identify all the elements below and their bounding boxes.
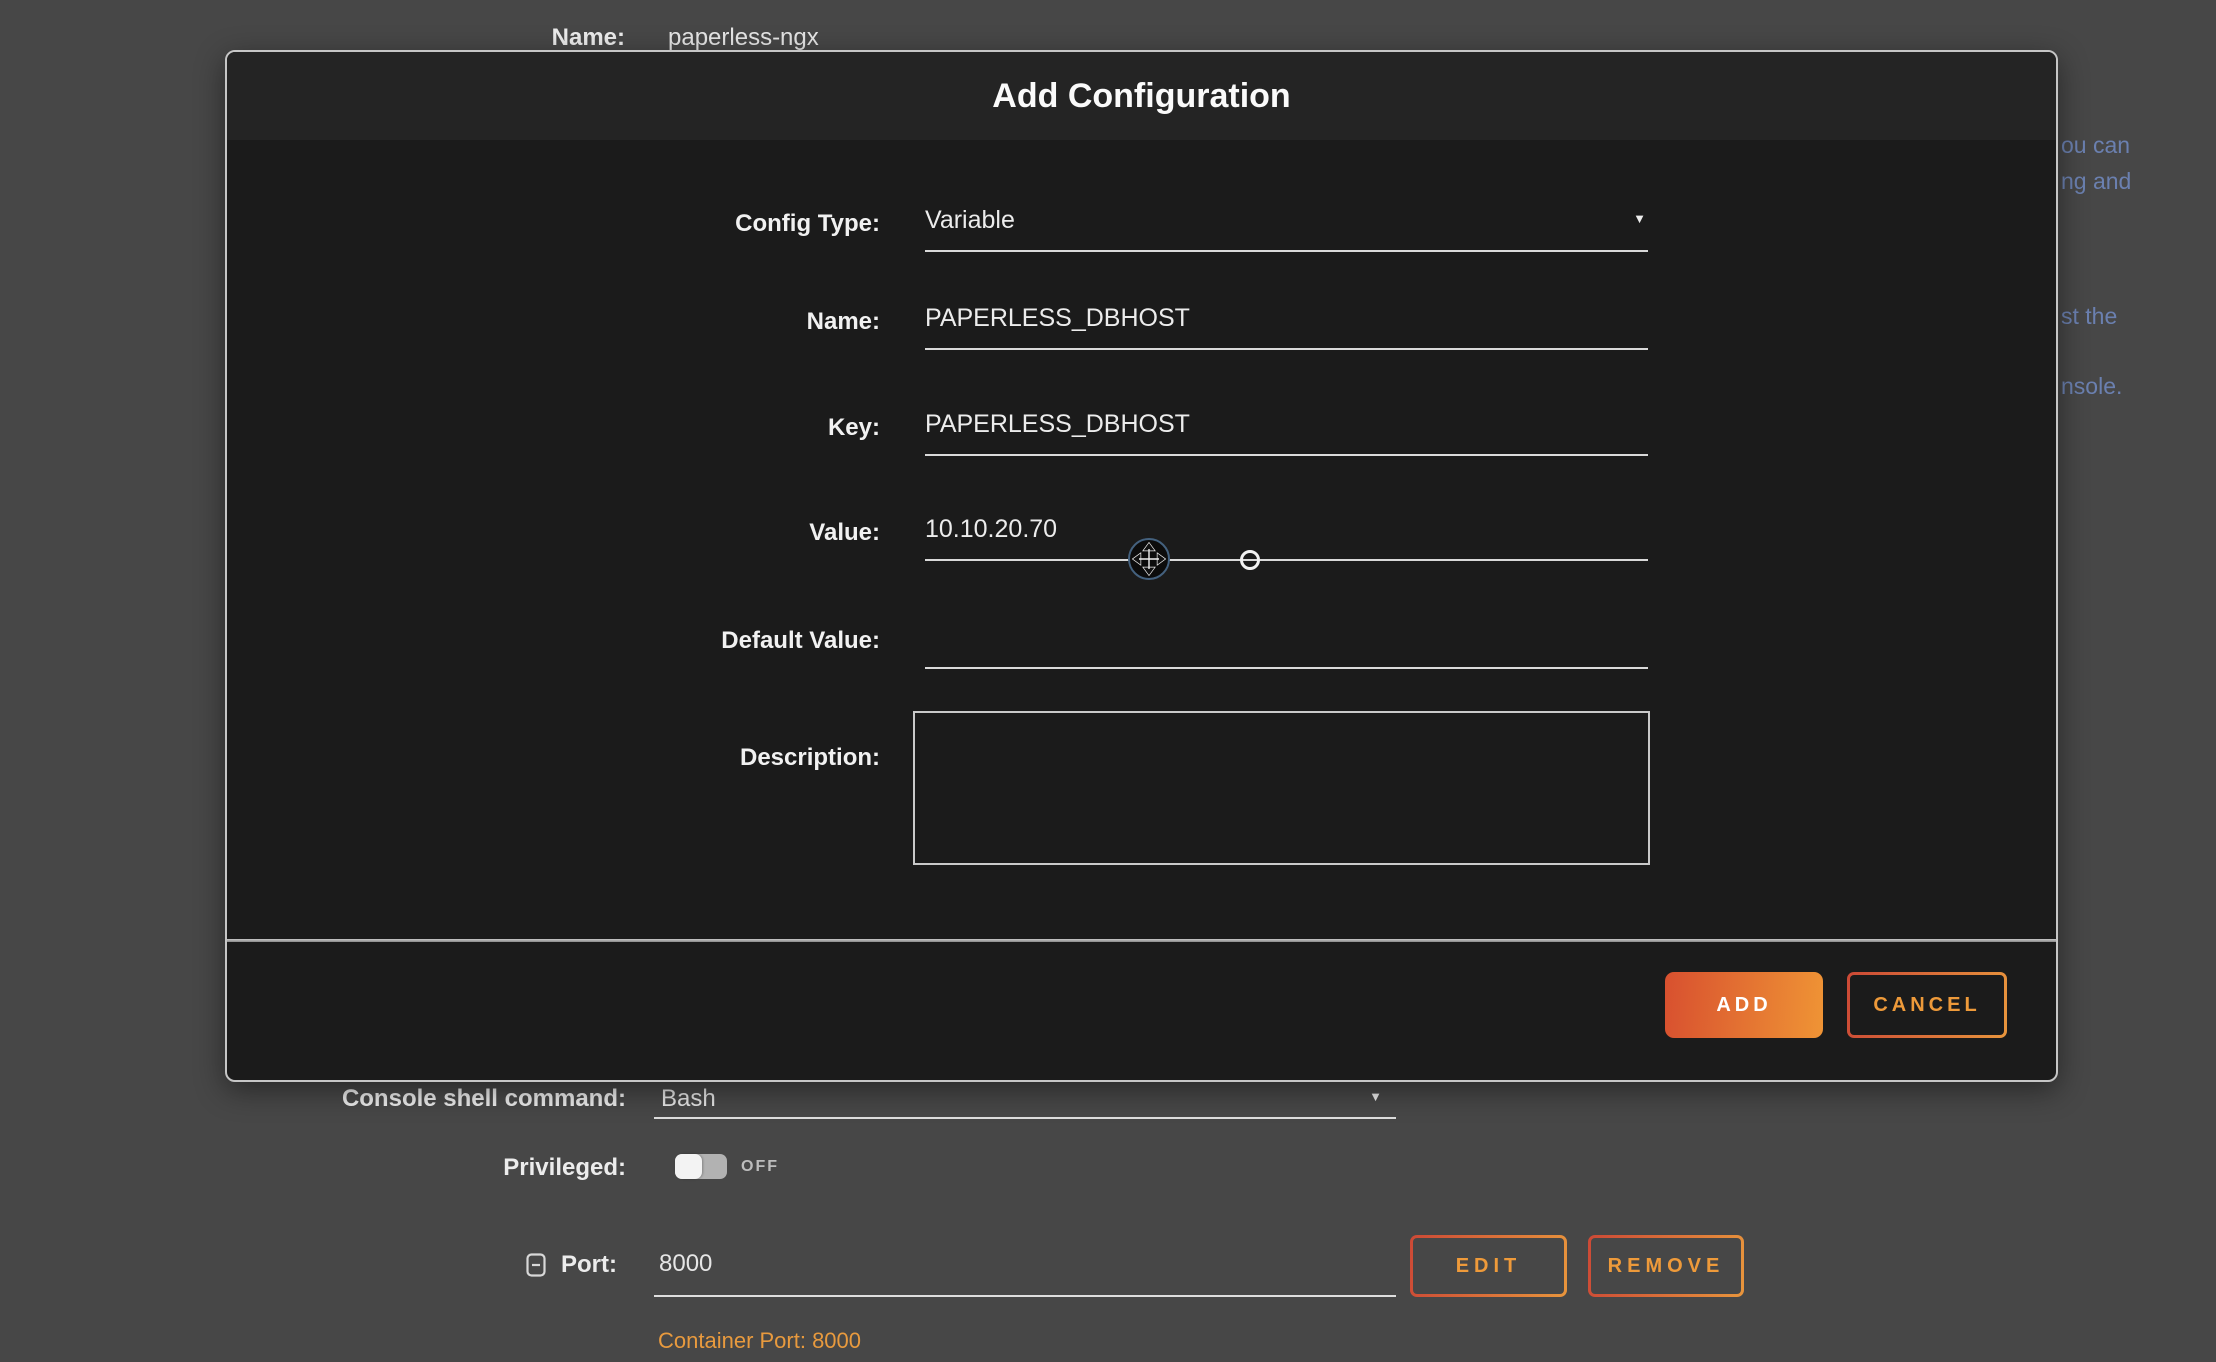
description-textarea[interactable]	[913, 711, 1650, 865]
help-text-fragment: ou can	[2061, 132, 2130, 159]
config-type-value: Variable	[925, 206, 1015, 235]
help-text-fragment: ng and	[2061, 168, 2131, 195]
toggle-knob	[675, 1154, 702, 1179]
value-input[interactable]	[925, 515, 1648, 544]
default-value-field-wrap	[925, 623, 1648, 669]
port-input[interactable]	[659, 1250, 1379, 1278]
key-field-wrap	[925, 410, 1648, 456]
default-value-label: Default Value:	[227, 627, 880, 655]
container-name-value: paperless-ngx	[668, 24, 819, 52]
console-shell-value: Bash	[661, 1085, 716, 1113]
container-name-label: Name:	[225, 24, 625, 52]
help-text-fragment: st the	[2061, 303, 2117, 330]
privileged-toggle[interactable]	[675, 1154, 727, 1179]
value-label: Value:	[227, 519, 880, 547]
key-input[interactable]	[925, 410, 1648, 439]
name-input[interactable]	[925, 304, 1648, 333]
console-shell-select[interactable]: Bash ▼	[654, 1083, 1396, 1119]
move-cursor-icon	[1126, 536, 1172, 587]
name-label: Name:	[227, 308, 880, 336]
container-port-note: Container Port: 8000	[658, 1328, 861, 1354]
edit-button[interactable]: EDIT	[1410, 1235, 1567, 1297]
privileged-label: Privileged:	[226, 1154, 626, 1182]
value-field-wrap	[925, 515, 1648, 561]
drag-ring-icon	[1240, 550, 1260, 570]
port-label: Port:	[217, 1251, 617, 1279]
name-field-wrap	[925, 304, 1648, 350]
port-field-wrap	[654, 1249, 1396, 1297]
help-text-fragment: nsole.	[2061, 373, 2122, 400]
add-button[interactable]: ADD	[1665, 972, 1823, 1038]
config-type-label: Config Type:	[227, 210, 880, 238]
default-value-input[interactable]	[925, 623, 1648, 652]
privileged-state: OFF	[741, 1158, 779, 1176]
add-configuration-modal: Add Configuration Config Type: Variable …	[225, 50, 2058, 1082]
description-label: Description:	[227, 744, 880, 772]
modal-title: Add Configuration	[992, 77, 1290, 116]
remove-button[interactable]: REMOVE	[1588, 1235, 1744, 1297]
config-type-select[interactable]: Variable ▼	[925, 206, 1648, 252]
footer-divider	[227, 939, 2056, 942]
key-label: Key:	[227, 414, 880, 442]
console-shell-label: Console shell command:	[226, 1085, 626, 1113]
cancel-button[interactable]: CANCEL	[1847, 972, 2007, 1038]
chevron-down-icon: ▼	[1633, 212, 1646, 225]
modal-header: Add Configuration	[227, 52, 2056, 140]
chevron-down-icon: ▼	[1369, 1090, 1382, 1103]
